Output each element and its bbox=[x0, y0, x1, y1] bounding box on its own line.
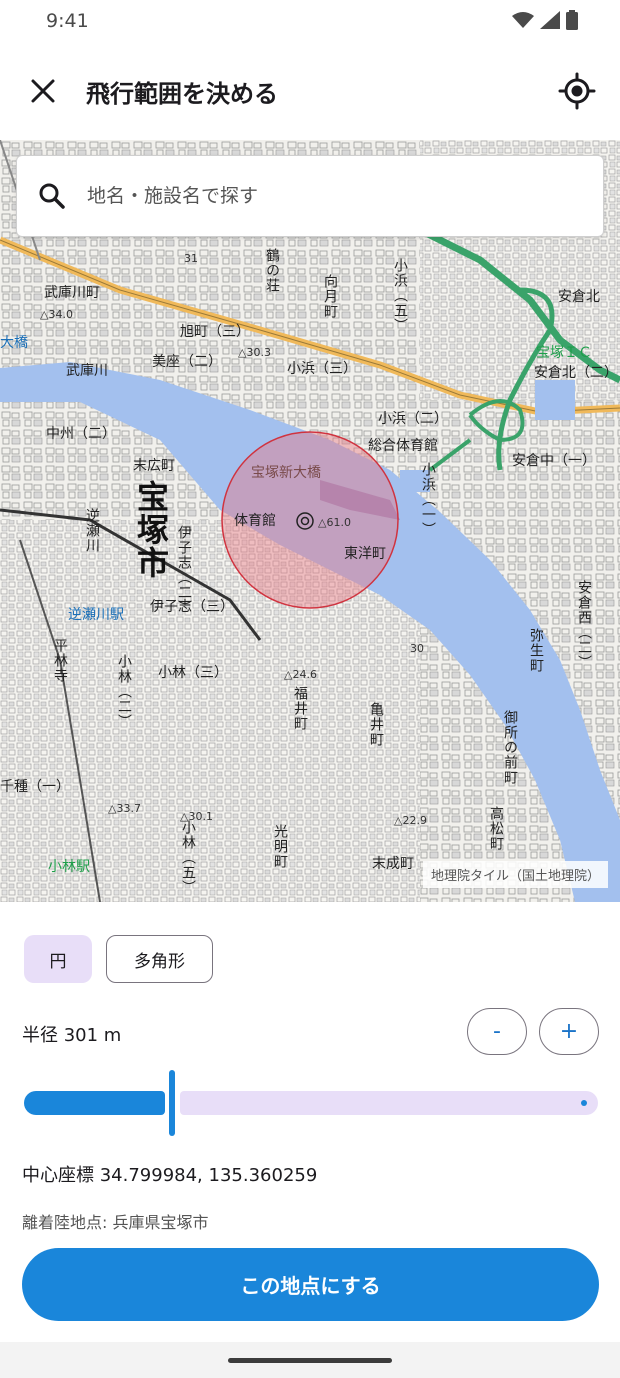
map-label: △33.7 bbox=[108, 802, 141, 815]
map-label: △22.9 bbox=[394, 814, 427, 827]
map-label: 逆瀬川駅 bbox=[68, 607, 124, 623]
map-label: 亀井町 bbox=[368, 702, 384, 747]
shape-circle-chip[interactable]: 円 bbox=[24, 935, 92, 983]
map-label: 小浜（五） bbox=[392, 258, 408, 333]
my-location-icon bbox=[558, 72, 596, 110]
shape-polygon-chip[interactable]: 多角形 bbox=[106, 935, 213, 983]
map-label: 安倉北 bbox=[558, 289, 600, 305]
map-label: 中州（二） bbox=[46, 426, 116, 442]
status-bar: 9:41 bbox=[0, 0, 620, 44]
signal-icon bbox=[540, 11, 560, 29]
map-label: 高松町 bbox=[488, 806, 504, 851]
close-icon bbox=[31, 79, 55, 103]
map-label: 鶴の荘 bbox=[264, 248, 280, 293]
map-label: 福井町 bbox=[292, 686, 308, 731]
map-label: △24.6 bbox=[284, 668, 317, 681]
map-label: 宝塚新大橋 bbox=[251, 465, 321, 481]
slider-thumb[interactable] bbox=[169, 1070, 175, 1136]
map-label: 小林（三） bbox=[158, 665, 228, 681]
map-label: 美座（二） bbox=[152, 354, 222, 370]
search-input[interactable] bbox=[87, 185, 567, 207]
page-title: 飛行範囲を決める bbox=[86, 80, 278, 108]
map-label: 武庫川町 bbox=[44, 285, 100, 301]
close-button[interactable] bbox=[22, 70, 64, 112]
app-bar: 飛行範囲を決める bbox=[0, 44, 620, 140]
map-label: 武庫川 bbox=[66, 363, 108, 379]
center-coordinates: 中心座標 34.799984, 135.360259 bbox=[22, 1165, 318, 1186]
home-handle[interactable] bbox=[228, 1358, 392, 1363]
map-label: 体育館 bbox=[234, 513, 276, 529]
map-label: △34.0 bbox=[40, 308, 73, 321]
map-label: △61.0 bbox=[318, 516, 351, 529]
radius-increase-button[interactable]: + bbox=[539, 1008, 599, 1055]
map-label: 小林（五） bbox=[180, 820, 196, 895]
map-label: 旭町（三） bbox=[180, 324, 250, 340]
system-nav-bar bbox=[0, 1342, 620, 1378]
map-label: 小浜（三） bbox=[287, 361, 357, 377]
map-label: 小浜（二） bbox=[378, 411, 448, 427]
map-label: 小浜（一） bbox=[420, 462, 436, 537]
map-label: 光明町 bbox=[272, 824, 288, 869]
status-icons bbox=[512, 10, 578, 30]
map-label: 安倉北（二） bbox=[534, 365, 618, 381]
my-location-button[interactable] bbox=[554, 68, 600, 114]
map-label: 31 bbox=[184, 252, 198, 265]
takeoff-location: 離着陸地点: 兵庫県宝塚市 bbox=[22, 1213, 209, 1232]
radius-decrease-button[interactable]: - bbox=[467, 1008, 527, 1055]
search-icon bbox=[17, 182, 87, 210]
map-label: 30 bbox=[410, 642, 424, 655]
map-label: 御所の前町 bbox=[502, 710, 518, 785]
map-label: 東洋町 bbox=[344, 546, 386, 562]
search-bar[interactable] bbox=[16, 155, 604, 237]
wifi-icon bbox=[512, 12, 534, 28]
map-label: 末広町 bbox=[133, 458, 175, 474]
map-label: 平林寺 bbox=[52, 638, 68, 683]
map-label: 総合体育館 bbox=[368, 438, 438, 454]
map-label: 伊子志（二） bbox=[176, 525, 192, 615]
confirm-location-button[interactable]: この地点にする bbox=[22, 1248, 599, 1321]
map-label: 弥生町 bbox=[528, 628, 544, 673]
map-label: 安倉中（一） bbox=[512, 453, 596, 469]
radius-slider[interactable] bbox=[22, 1070, 598, 1136]
map-view[interactable]: 武庫川町 旭町（三） 美座（二） 小浜（三） 小浜（二） 総合体育館 中州（二）… bbox=[0, 140, 620, 902]
status-time: 9:41 bbox=[46, 10, 89, 32]
map-label: 小林（二） bbox=[116, 654, 132, 729]
map-label: 大橋 bbox=[0, 335, 28, 351]
radius-label: 半径 301 m bbox=[22, 1025, 122, 1046]
map-label: 向月町 bbox=[322, 274, 338, 319]
map-label: 小林駅 bbox=[48, 859, 90, 875]
slider-active-track bbox=[24, 1091, 165, 1115]
map-attribution: 地理院タイル（国土地理院） bbox=[422, 861, 608, 888]
map-label: 安倉西（二） bbox=[576, 580, 592, 670]
slider-inactive-track bbox=[180, 1091, 598, 1115]
map-label: △30.3 bbox=[238, 346, 271, 359]
map-label: 逆瀬川 bbox=[84, 508, 100, 553]
map-label: 千種（一） bbox=[0, 779, 70, 795]
map-label: 宝塚ＩＣ bbox=[536, 345, 592, 361]
range-settings-panel: 円 多角形 半径 301 m - + 中心座標 34.799984, 135.3… bbox=[0, 902, 620, 1342]
battery-icon bbox=[566, 10, 578, 30]
map-label: 末成町 bbox=[372, 856, 414, 872]
slider-stop-indicator bbox=[581, 1100, 587, 1106]
map-label-city: 宝塚市 bbox=[132, 480, 170, 579]
